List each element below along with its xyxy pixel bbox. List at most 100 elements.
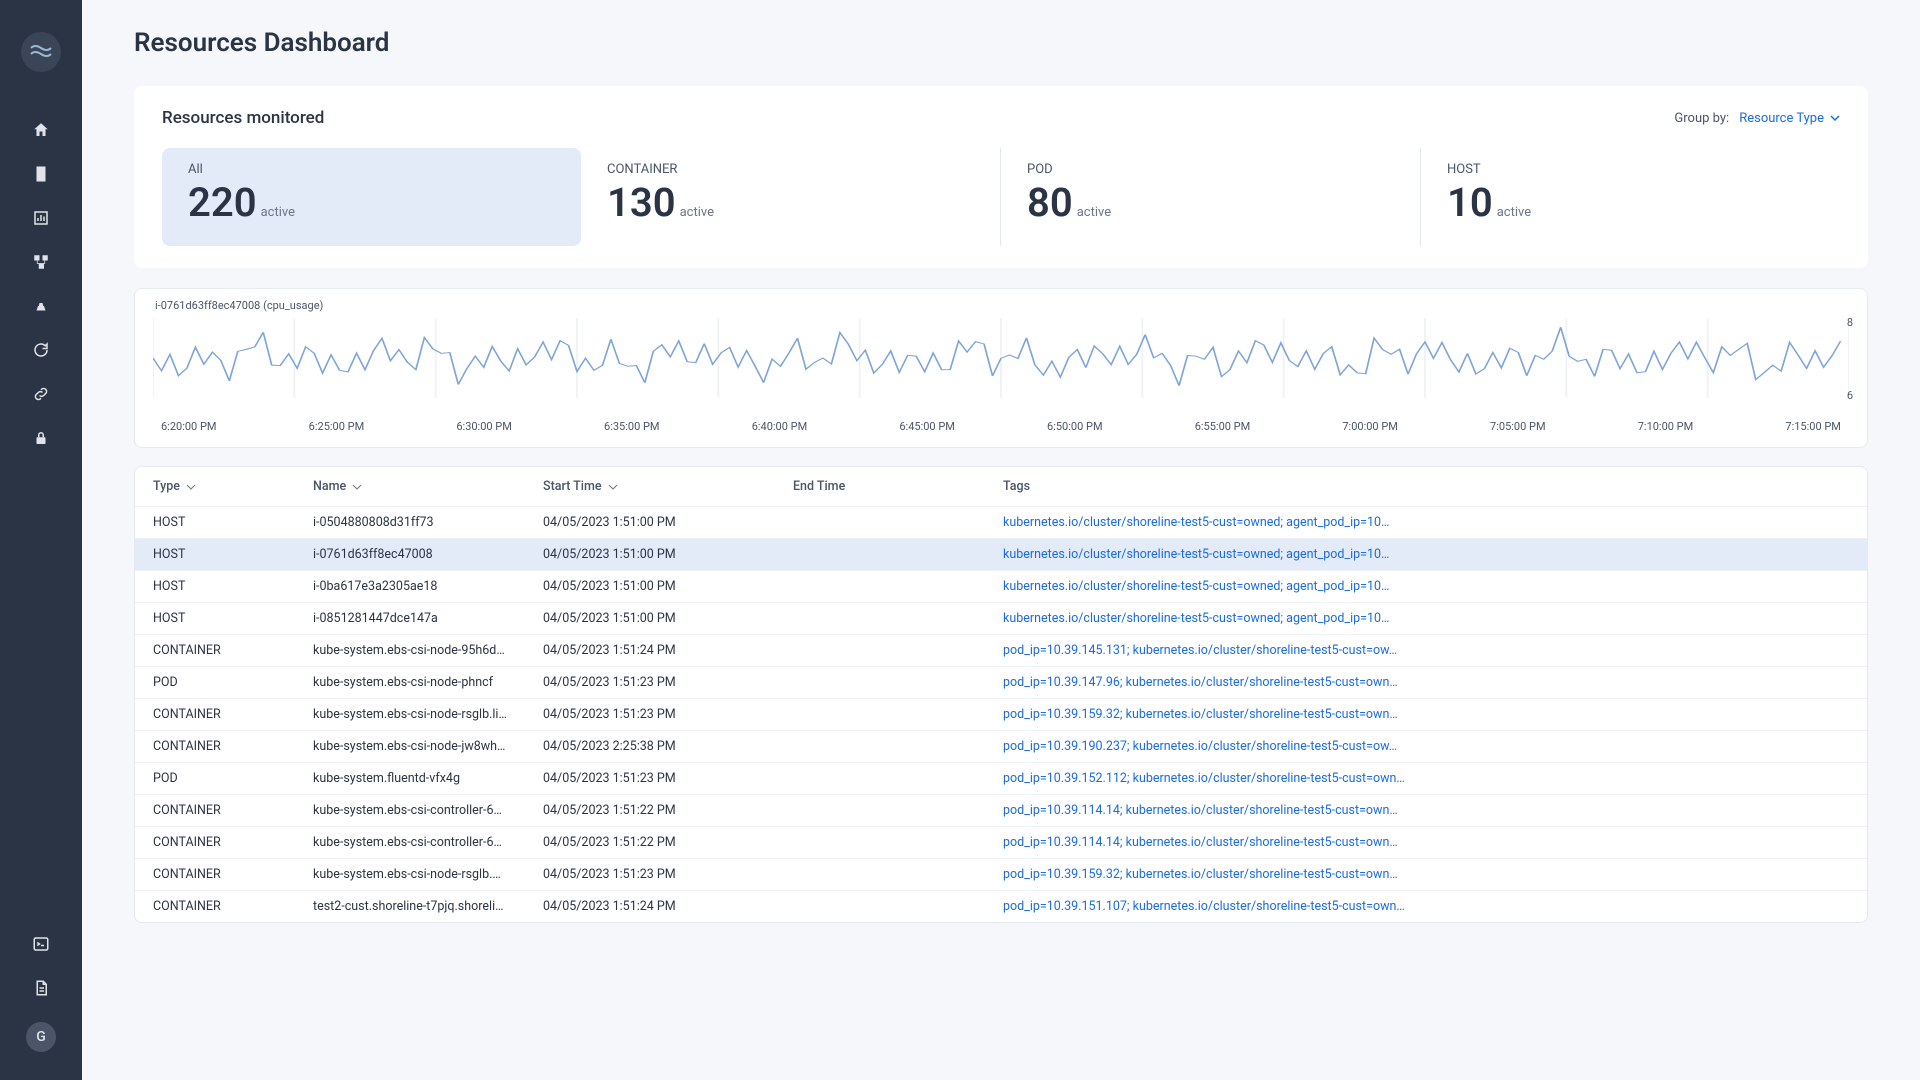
tags-link[interactable]: pod_ip=10.39.147.96; kubernetes.io/clust…: [1003, 675, 1398, 690]
col-header-type[interactable]: Type: [135, 467, 295, 507]
table-row[interactable]: HOST i-0504880808d31ff73 04/05/2023 1:51…: [135, 507, 1867, 539]
stat-label: All: [188, 162, 555, 177]
stat-container[interactable]: CONTAINER 130active: [581, 148, 1000, 246]
col-header-start[interactable]: Start Time: [525, 467, 775, 507]
page-title: Resources Dashboard: [134, 28, 1868, 58]
table-row[interactable]: HOST i-0761d63ff8ec47008 04/05/2023 1:51…: [135, 539, 1867, 571]
logo[interactable]: [21, 32, 61, 72]
cell-start: 04/05/2023 1:51:00 PM: [525, 571, 775, 603]
chevron-down-icon: [352, 484, 362, 490]
cell-end: [775, 507, 985, 539]
stat-value: 80: [1027, 179, 1073, 226]
stat-label: HOST: [1447, 162, 1814, 177]
actions-icon[interactable]: [31, 296, 51, 316]
link-icon[interactable]: [31, 384, 51, 404]
table-row[interactable]: CONTAINER kube-system.ebs-csi-node-jw8wh…: [135, 731, 1867, 763]
table-row[interactable]: CONTAINER kube-system.ebs-csi-controller…: [135, 795, 1867, 827]
tags-link[interactable]: kubernetes.io/cluster/shoreline-test5-cu…: [1003, 611, 1389, 626]
tags-link[interactable]: pod_ip=10.39.190.237; kubernetes.io/clus…: [1003, 739, 1397, 754]
cell-end: [775, 635, 985, 667]
cell-type: CONTAINER: [135, 859, 295, 891]
table-row[interactable]: CONTAINER kube-system.ebs-csi-node-rsglb…: [135, 859, 1867, 891]
tags-link[interactable]: pod_ip=10.39.159.32; kubernetes.io/clust…: [1003, 867, 1398, 882]
table-row[interactable]: POD kube-system.fluentd-vfx4g 04/05/2023…: [135, 763, 1867, 795]
cell-name: kube-system.ebs-csi-controller-644544…: [295, 827, 525, 859]
chart-xtick: 6:45:00 PM: [899, 420, 955, 433]
refresh-icon[interactable]: [31, 340, 51, 360]
cell-type: CONTAINER: [135, 827, 295, 859]
stat-label: CONTAINER: [607, 162, 974, 177]
col-header-tags[interactable]: Tags: [985, 467, 1867, 507]
cell-type: HOST: [135, 571, 295, 603]
chart-ytick-top: 8: [1847, 316, 1853, 329]
stat-value: 130: [607, 179, 676, 226]
tags-link[interactable]: pod_ip=10.39.114.14; kubernetes.io/clust…: [1003, 835, 1398, 850]
tags-link[interactable]: kubernetes.io/cluster/shoreline-test5-cu…: [1003, 579, 1389, 594]
stat-all[interactable]: All 220 active: [162, 148, 581, 246]
cell-tags: pod_ip=10.39.159.32; kubernetes.io/clust…: [985, 859, 1867, 891]
cell-name: kube-system.ebs-csi-node-rsglb.ebs-pl…: [295, 859, 525, 891]
cell-start: 04/05/2023 1:51:22 PM: [525, 795, 775, 827]
stat-label: POD: [1027, 162, 1394, 177]
cell-name: kube-system.fluentd-vfx4g: [295, 763, 525, 795]
avatar[interactable]: G: [26, 1022, 56, 1052]
cell-tags: pod_ip=10.39.190.237; kubernetes.io/clus…: [985, 731, 1867, 763]
table-row[interactable]: CONTAINER kube-system.ebs-csi-node-95h6d…: [135, 635, 1867, 667]
cell-end: [775, 603, 985, 635]
chart-xtick: 6:25:00 PM: [309, 420, 365, 433]
cell-name: i-0504880808d31ff73: [295, 507, 525, 539]
chart-xaxis: 6:20:00 PM6:25:00 PM6:30:00 PM6:35:00 PM…: [153, 420, 1849, 433]
cell-name: test2-cust.shoreline-t7pjq.shoreline: [295, 891, 525, 923]
chart-xtick: 7:00:00 PM: [1342, 420, 1398, 433]
stat-value: 220: [188, 179, 257, 226]
tags-link[interactable]: pod_ip=10.39.114.14; kubernetes.io/clust…: [1003, 803, 1398, 818]
stat-suffix: active: [1077, 205, 1111, 220]
table-card: Type Name Start Time End Time Tags HOST …: [134, 466, 1868, 923]
cell-type: HOST: [135, 507, 295, 539]
stat-host[interactable]: HOST 10active: [1420, 148, 1840, 246]
tags-link[interactable]: pod_ip=10.39.145.131; kubernetes.io/clus…: [1003, 643, 1397, 658]
tags-link[interactable]: pod_ip=10.39.151.107; kubernetes.io/clus…: [1003, 899, 1405, 914]
cell-start: 04/05/2023 1:51:22 PM: [525, 827, 775, 859]
runbook-icon[interactable]: [31, 164, 51, 184]
cell-start: 04/05/2023 1:51:00 PM: [525, 507, 775, 539]
tags-link[interactable]: pod_ip=10.39.152.112; kubernetes.io/clus…: [1003, 771, 1405, 786]
cell-type: POD: [135, 667, 295, 699]
chevron-down-icon: [1830, 113, 1840, 123]
group-by-label: Group by:: [1674, 111, 1729, 126]
col-header-end[interactable]: End Time: [775, 467, 985, 507]
col-header-name[interactable]: Name: [295, 467, 525, 507]
tags-link[interactable]: kubernetes.io/cluster/shoreline-test5-cu…: [1003, 515, 1389, 530]
cell-end: [775, 539, 985, 571]
chart-title: i-0761d63ff8ec47008 (cpu_usage): [153, 299, 1849, 312]
table-row[interactable]: CONTAINER test2-cust.shoreline-t7pjq.sho…: [135, 891, 1867, 923]
resources-icon[interactable]: [31, 252, 51, 272]
cell-tags: kubernetes.io/cluster/shoreline-test5-cu…: [985, 539, 1867, 571]
metrics-icon[interactable]: [31, 208, 51, 228]
chevron-down-icon: [186, 484, 196, 490]
home-icon[interactable]: [31, 120, 51, 140]
table-row[interactable]: HOST i-0851281447dce147a 04/05/2023 1:51…: [135, 603, 1867, 635]
table-row[interactable]: CONTAINER kube-system.ebs-csi-controller…: [135, 827, 1867, 859]
stat-pod[interactable]: POD 80 active: [1000, 148, 1420, 246]
table-row[interactable]: CONTAINER kube-system.ebs-csi-node-rsglb…: [135, 699, 1867, 731]
cell-tags: kubernetes.io/cluster/shoreline-test5-cu…: [985, 603, 1867, 635]
group-by-select[interactable]: Resource Type: [1739, 111, 1840, 126]
cell-type: POD: [135, 763, 295, 795]
cell-type: CONTAINER: [135, 635, 295, 667]
stats-row: All 220 active CONTAINER 130active POD 80 ac…: [162, 148, 1840, 246]
tags-link[interactable]: pod_ip=10.39.159.32; kubernetes.io/clust…: [1003, 707, 1398, 722]
terminal-icon[interactable]: [31, 934, 51, 954]
lock-icon[interactable]: [31, 428, 51, 448]
stat-suffix: active: [261, 205, 295, 220]
cell-tags: pod_ip=10.39.159.32; kubernetes.io/clust…: [985, 699, 1867, 731]
chart-xtick: 7:05:00 PM: [1490, 420, 1546, 433]
cell-start: 04/05/2023 1:51:24 PM: [525, 891, 775, 923]
tags-link[interactable]: kubernetes.io/cluster/shoreline-test5-cu…: [1003, 547, 1389, 562]
cell-type: HOST: [135, 603, 295, 635]
table-row[interactable]: HOST i-0ba617e3a2305ae18 04/05/2023 1:51…: [135, 571, 1867, 603]
table-row[interactable]: POD kube-system.ebs-csi-node-phncf 04/05…: [135, 667, 1867, 699]
docs-icon[interactable]: [31, 978, 51, 998]
cell-end: [775, 827, 985, 859]
cell-start: 04/05/2023 2:25:38 PM: [525, 731, 775, 763]
